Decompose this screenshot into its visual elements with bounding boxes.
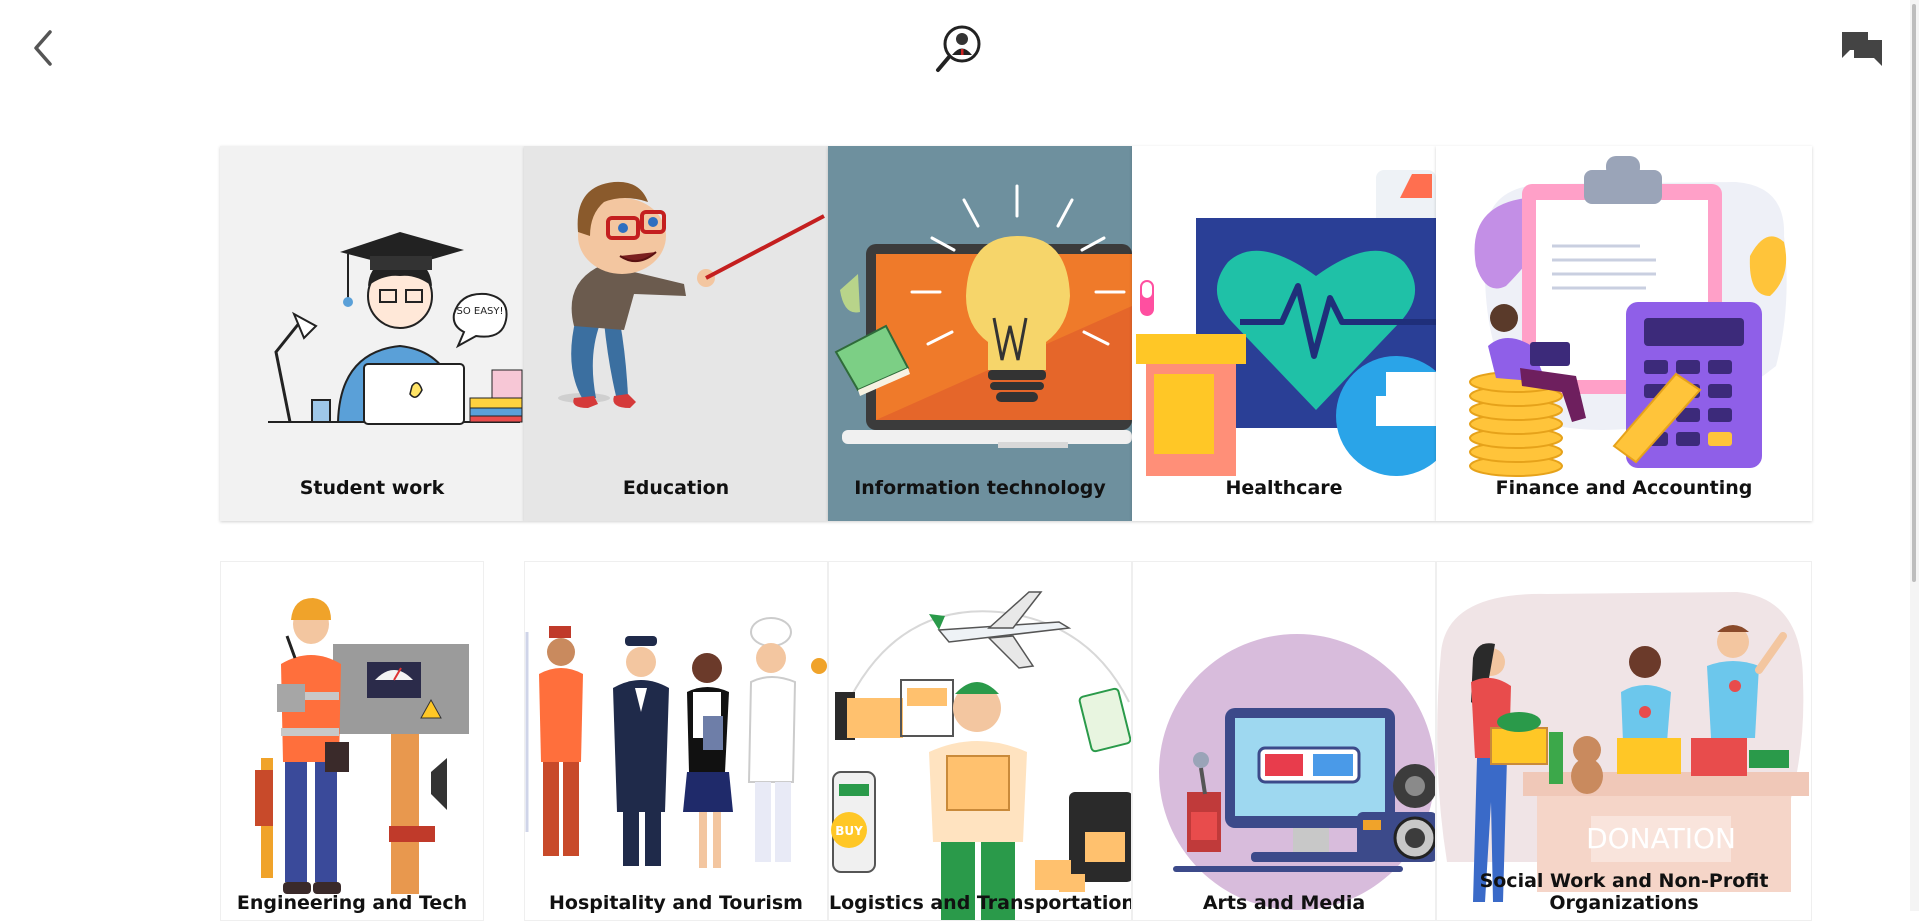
category-card-information-technology[interactable]: Information technology <box>828 146 1132 521</box>
category-label: Social Work and Non-Profit Organizations <box>1479 870 1769 914</box>
category-card-hospitality-and-tourism[interactable]: Hospitality and Tourism <box>524 561 828 921</box>
category-label: Information technology <box>854 477 1106 499</box>
donation-box-text: DONATION <box>1586 822 1736 855</box>
hospitality-staff-illustration <box>525 562 827 920</box>
category-card-healthcare[interactable]: Healthcare <box>1132 146 1436 521</box>
category-card-logistics-and-transportation[interactable]: BUY Logistics and Transportation <box>828 561 1132 921</box>
finance-illustration <box>1436 146 1812 521</box>
teacher-illustration <box>524 146 828 521</box>
chevron-left-icon <box>34 30 52 66</box>
magnifier-person-logo <box>936 25 981 72</box>
category-card-social-work-and-non-profit[interactable]: DONATION Social Work and Non-Profit Orga… <box>1436 561 1812 921</box>
scrollbar-thumb[interactable] <box>1912 4 1916 582</box>
student-illustration: SO EASY! <box>220 146 524 521</box>
engineer-illustration <box>221 562 483 920</box>
category-label: Finance and Accounting <box>1495 477 1753 499</box>
lightbulb-laptop-illustration <box>828 146 1132 521</box>
back-button[interactable] <box>24 26 64 70</box>
speech-bubble-text: SO EASY! <box>456 306 503 317</box>
category-card-education[interactable]: Education <box>524 146 828 521</box>
top-bar <box>0 0 1919 100</box>
donation-illustration: DONATION <box>1437 562 1811 920</box>
buy-badge-text: BUY <box>835 824 863 838</box>
category-card-student-work[interactable]: SO EASY! Student work <box>220 146 524 521</box>
heartbeat-illustration <box>1132 146 1436 521</box>
page-scrollbar[interactable] <box>1910 0 1919 911</box>
category-label: Education <box>622 477 730 499</box>
category-card-finance-and-accounting[interactable]: Finance and Accounting <box>1436 146 1812 521</box>
category-label: Healthcare <box>1225 477 1343 499</box>
messages-button[interactable] <box>1838 28 1886 70</box>
chat-bubbles-icon <box>1842 32 1882 66</box>
category-card-engineering-and-tech[interactable]: Engineering and Tech <box>220 561 484 921</box>
app-logo[interactable] <box>932 22 984 74</box>
media-illustration <box>1133 562 1435 920</box>
logistics-illustration: BUY <box>829 562 1131 920</box>
category-card-arts-and-media[interactable]: Arts and Media <box>1132 561 1436 921</box>
category-label: Student work <box>299 477 445 499</box>
